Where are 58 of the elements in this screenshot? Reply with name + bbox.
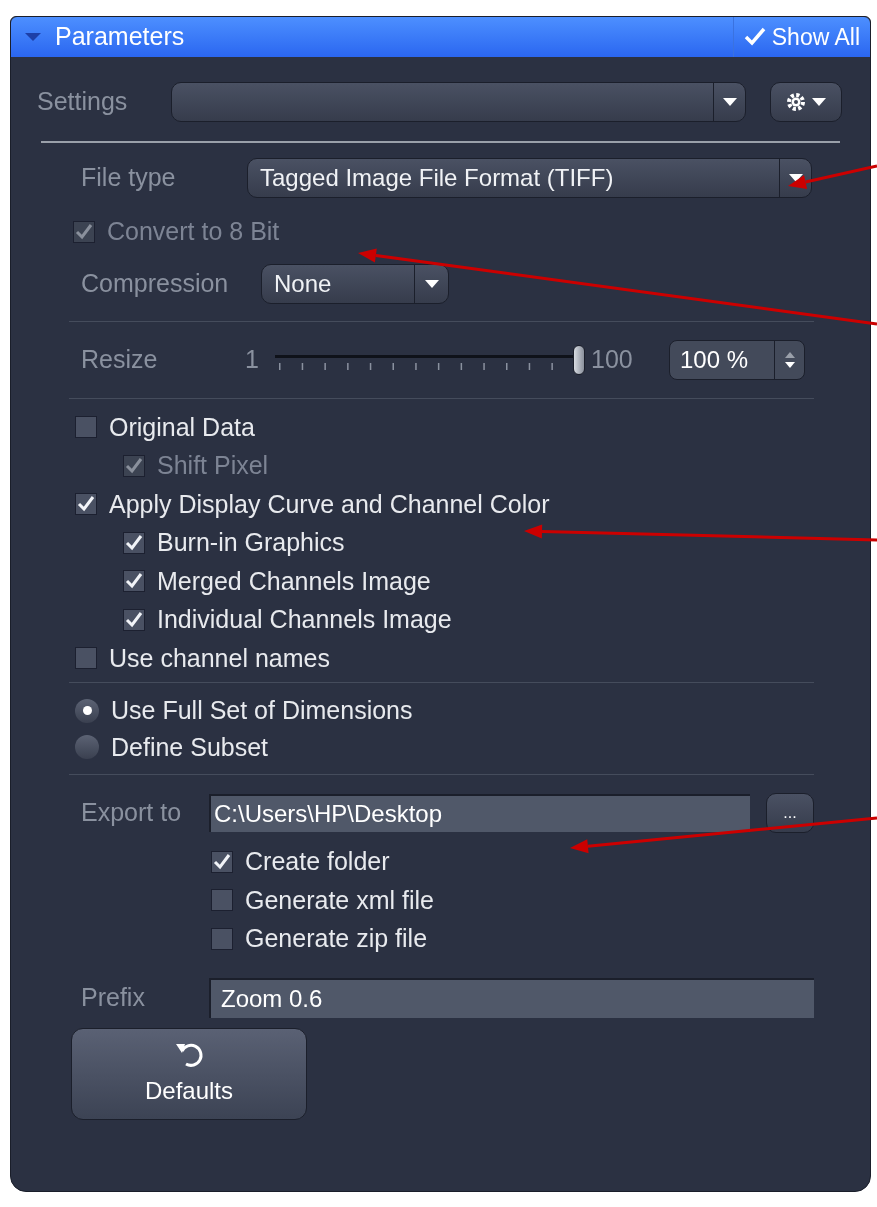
settings-label: Settings — [37, 86, 129, 118]
file-type-label: File type — [81, 162, 177, 194]
file-type-dropdown[interactable]: Tagged Image File Format (TIFF) — [247, 158, 812, 198]
checkbox[interactable] — [123, 531, 145, 554]
checkbox[interactable] — [123, 608, 145, 631]
compression-label: Compression — [81, 268, 230, 300]
export-to-label: Export to — [81, 796, 183, 828]
resize-label: Resize — [81, 344, 159, 376]
radio-button[interactable] — [75, 698, 99, 723]
resize-slider[interactable] — [275, 345, 585, 375]
checkbox-label: Convert to 8 Bit — [107, 216, 280, 248]
caret-icon — [721, 97, 738, 107]
checkbox-label: Use channel names — [109, 642, 330, 674]
checkbox[interactable] — [75, 493, 97, 516]
radio-button[interactable] — [75, 735, 99, 760]
check-icon — [212, 851, 232, 872]
checkbox[interactable] — [123, 570, 145, 593]
checkbox-label: Burn-in Graphics — [157, 527, 345, 558]
checkbox-label: Generate xml file — [245, 884, 434, 916]
check-icon — [124, 609, 144, 630]
caret-icon — [787, 173, 804, 183]
checkbox-label: Create folder — [245, 846, 390, 877]
slider-max: 100 — [591, 344, 634, 376]
checkbox-label: Apply Display Curve and Channel Color — [109, 488, 550, 520]
checkbox[interactable] — [211, 889, 233, 912]
slider-thumb[interactable] — [573, 345, 585, 375]
checkbox-label: Individual Channels Image — [157, 604, 452, 635]
check-icon — [124, 455, 144, 476]
down-icon — [784, 362, 795, 368]
checkbox-label: Shift Pixel — [157, 450, 269, 481]
checkbox[interactable] — [211, 927, 233, 950]
settings-menu-button[interactable] — [770, 82, 842, 122]
prefix-label: Prefix — [81, 982, 146, 1014]
defaults-button[interactable]: Defaults — [71, 1028, 307, 1120]
checkbox[interactable] — [75, 416, 97, 439]
caret-icon — [811, 97, 827, 107]
checkbox-label: Merged Channels Image — [157, 565, 431, 597]
show-all-toggle[interactable]: Show All — [732, 17, 870, 57]
check-icon — [743, 27, 766, 47]
resize-spinbox[interactable]: 100 % — [669, 340, 805, 380]
gear-icon — [785, 91, 807, 113]
radio-label: Use Full Set of Dimensions — [111, 695, 413, 726]
caret-icon — [24, 32, 42, 42]
checkbox-label: Generate zip file — [245, 923, 428, 954]
slider-min: 1 — [245, 344, 260, 376]
checkbox[interactable] — [75, 647, 97, 670]
check-icon — [124, 532, 144, 553]
check-icon — [74, 222, 94, 242]
compression-dropdown[interactable]: None — [261, 264, 449, 304]
browse-button[interactable]: ... — [766, 792, 814, 833]
prefix-field[interactable]: Zoom 0.6 — [209, 978, 814, 1018]
checkbox-label: Original Data — [109, 411, 255, 443]
caret-icon — [423, 279, 440, 289]
up-icon — [784, 352, 795, 358]
panel-title: Parameters — [55, 21, 186, 53]
radio-label: Define Subset — [111, 731, 269, 763]
checkbox[interactable] — [211, 850, 233, 873]
export-path-field[interactable]: C:\Users\HP\Desktop — [209, 793, 750, 832]
